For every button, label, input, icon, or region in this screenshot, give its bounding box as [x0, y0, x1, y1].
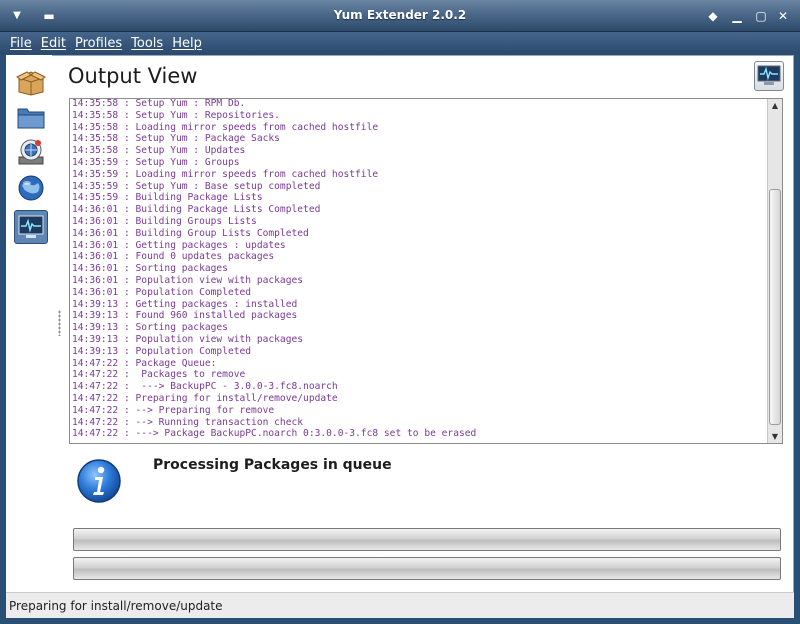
window-title: Yum Extender 2.0.2	[333, 8, 467, 22]
status-text: Preparing for install/remove/update	[9, 599, 223, 613]
log-line: 14:35:58 : Loading mirror speeds from ca…	[72, 121, 379, 133]
progress-bar-primary	[73, 528, 781, 551]
log-line: 14:36:01 : Population view with packages	[72, 274, 304, 286]
scroll-up-icon[interactable]: ▲	[768, 99, 782, 112]
sidebar-resize-handle[interactable]	[58, 310, 61, 336]
log-scrollbar[interactable]: ▲ ▼	[767, 99, 782, 443]
page-title: Output View	[68, 64, 198, 88]
sidebar	[6, 55, 52, 592]
window-shade-icon[interactable]: ◆	[706, 9, 720, 23]
scrollbar-thumb[interactable]	[769, 189, 781, 425]
menu-edit[interactable]: Edit	[41, 36, 66, 51]
monitor-output-icon	[18, 215, 44, 238]
log-lines: 14:35:58 : Setup Yum : RPM Db. 14:35:58 :…	[72, 98, 766, 442]
log-line: 14:39:13 : Population view with packages	[72, 333, 304, 345]
log-line: 14:36:01 : Sorting packages	[72, 263, 228, 275]
log-line: 14:35:58 : Setup Yum : Repositories.	[72, 109, 280, 121]
menu-file[interactable]: File	[10, 36, 32, 51]
processing-message: Processing Packages in queue	[153, 457, 392, 473]
output-log[interactable]: 14:35:58 : Setup Yum : RPM Db. 14:35:58 :…	[69, 98, 783, 444]
log-line: 14:36:01 : Building Groups Lists	[72, 215, 257, 227]
log-line: 14:39:13 : Found 960 installed packages	[72, 310, 298, 322]
log-line: 14:47:22 : --> Running transaction check	[72, 416, 304, 428]
window-close-icon[interactable]: ✕	[776, 9, 790, 23]
log-line: 14:35:59 : Building Package Lists	[72, 192, 263, 204]
sidebar-item-search[interactable]	[14, 171, 48, 205]
log-line: 14:36:01 : Building Group Lists Complete…	[72, 227, 309, 239]
sidebar-item-output[interactable]	[14, 210, 48, 244]
package-box-icon	[16, 71, 46, 96]
status-bar: Preparing for install/remove/update	[6, 592, 794, 618]
sidebar-item-groups[interactable]	[14, 100, 48, 134]
scroll-down-icon[interactable]: ▼	[768, 430, 782, 443]
globe-icon	[18, 175, 44, 201]
sidebar-item-packages[interactable]	[14, 65, 48, 99]
menu-bar: File Edit Profiles Tools Help	[0, 32, 800, 54]
window-minimize-icon[interactable]: ▁	[730, 9, 744, 23]
menu-profiles[interactable]: Profiles	[75, 36, 122, 51]
log-line: 14:36:01 : Population Completed	[72, 286, 252, 298]
log-line: 14:35:58 : Setup Yum : Updates	[72, 145, 246, 157]
log-line: 14:35:58 : Setup Yum : Package Sacks	[72, 133, 280, 145]
log-line: 14:47:22 : Packages to remove	[72, 369, 246, 381]
log-line: 14:39:13 : Population Completed	[72, 345, 252, 357]
window-maximize-icon[interactable]: ▢	[754, 9, 768, 23]
log-line: 14:47:22 : ---> BackupPC - 3.0.0-3.fc8.n…	[72, 381, 338, 393]
log-line: 14:47:22 : Preparing for install/remove/…	[72, 392, 338, 404]
log-line: 14:35:58 : Setup Yum : RPM Db.	[72, 98, 246, 109]
sidebar-item-repositories[interactable]	[14, 135, 48, 169]
log-line: 14:47:22 : Package Queue:	[72, 357, 217, 369]
menu-tools[interactable]: Tools	[131, 36, 163, 51]
progress-bar-secondary	[73, 557, 781, 580]
window-titlebar[interactable]: ▼ ▬ Yum Extender 2.0.2 ◆ ▁ ▢ ✕	[0, 0, 800, 32]
log-line: 14:47:22 : ---> Package BackupPC.noarch …	[72, 428, 477, 440]
log-line: 14:39:13 : Getting packages : installed	[72, 298, 298, 310]
log-line: 14:47:22 : --> Preparing for remove	[72, 404, 275, 416]
folder-icon	[17, 108, 45, 129]
log-line: 14:35:59 : Loading mirror speeds from ca…	[72, 168, 379, 180]
repository-globe-icon	[18, 139, 44, 165]
info-icon	[76, 458, 122, 504]
output-view-button[interactable]	[754, 61, 784, 91]
log-line: 14:36:01 : Found 0 updates packages	[72, 251, 275, 263]
log-line: 14:35:59 : Setup Yum : Groups	[72, 156, 240, 168]
monitor-output-icon	[757, 65, 781, 85]
log-line: 14:39:13 : Sorting packages	[72, 322, 228, 334]
log-line: 14:36:01 : Getting packages : updates	[72, 239, 286, 251]
menu-help[interactable]: Help	[172, 36, 202, 51]
log-line: 14:36:01 : Building Package Lists Comple…	[72, 204, 321, 216]
log-line: 14:35:59 : Setup Yum : Base setup comple…	[72, 180, 321, 192]
